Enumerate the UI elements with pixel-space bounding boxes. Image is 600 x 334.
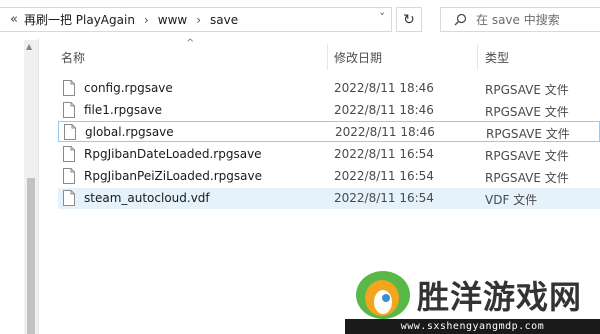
file-row-focused[interactable]: global.rpgsave 2022/8/11 18:46 RPGSAVE 文…	[58, 121, 600, 142]
file-name: RpgJibanDateLoaded.rpgsave	[84, 147, 262, 161]
nav-scrollbar-thumb[interactable]	[27, 178, 35, 334]
file-date: 2022/8/11 18:46	[334, 81, 434, 95]
file-name: steam_autocloud.vdf	[84, 191, 210, 205]
column-divider[interactable]	[477, 44, 478, 70]
search-icon	[454, 13, 467, 26]
chevron-down-icon[interactable]: ˅	[380, 11, 386, 24]
search-input[interactable]: 在 save 中搜索	[440, 7, 600, 32]
breadcrumb-item-save[interactable]: save	[210, 13, 238, 27]
scroll-up-icon[interactable]: ▲	[26, 42, 32, 51]
breadcrumb-overflow-icon[interactable]: «	[10, 12, 18, 27]
file-type: RPGSAVE 文件	[485, 171, 569, 185]
file-name: RpgJibanPeiZiLoaded.rpgsave	[84, 169, 262, 183]
breadcrumb-separator-icon[interactable]: ›	[196, 13, 201, 27]
file-name: global.rpgsave	[85, 125, 174, 139]
column-header-name-label: 名称	[61, 50, 86, 65]
file-date: 2022/8/11 16:54	[334, 169, 434, 183]
file-icon	[64, 124, 76, 140]
file-name: file1.rpgsave	[84, 103, 162, 117]
column-header-date[interactable]: 修改日期	[334, 44, 474, 70]
file-row-selected[interactable]: steam_autocloud.vdf 2022/8/11 16:54 VDF …	[58, 188, 600, 209]
address-toolbar: « 再刷一把 PlayAgain › www › save ˅ ↻ 在 save…	[0, 0, 600, 38]
watermark-title: 胜洋游戏网	[417, 278, 583, 316]
file-row[interactable]: RpgJibanPeiZiLoaded.rpgsave 2022/8/11 16…	[58, 166, 600, 187]
column-header-type-label: 类型	[485, 50, 510, 65]
column-divider[interactable]	[327, 44, 328, 70]
file-name: config.rpgsave	[84, 81, 173, 95]
file-type: RPGSAVE 文件	[486, 127, 570, 141]
refresh-icon: ↻	[403, 11, 415, 28]
search-placeholder: 在 save 中搜索	[476, 13, 560, 27]
file-icon	[63, 80, 75, 96]
file-type: RPGSAVE 文件	[485, 149, 569, 163]
refresh-button[interactable]: ↻	[396, 7, 422, 32]
column-header-date-label: 修改日期	[334, 50, 383, 65]
file-icon	[63, 168, 75, 184]
breadcrumb-separator-icon[interactable]: ›	[144, 13, 149, 27]
breadcrumb-item-www[interactable]: www	[158, 13, 187, 27]
file-date: 2022/8/11 16:54	[334, 191, 434, 205]
column-header-type[interactable]: 类型	[485, 44, 600, 70]
watermark-logo-icon	[356, 271, 410, 319]
watermark-url: www.sxshengyangmdp.com	[345, 319, 600, 334]
file-row[interactable]: config.rpgsave 2022/8/11 18:46 RPGSAVE 文…	[58, 78, 600, 99]
breadcrumb-item-playagain[interactable]: 再刷一把 PlayAgain	[24, 11, 135, 28]
watermark: 胜洋游戏网 www.sxshengyangmdp.com	[345, 268, 600, 334]
file-icon	[63, 102, 75, 118]
file-date: 2022/8/11 18:46	[334, 103, 434, 117]
file-date: 2022/8/11 18:46	[335, 125, 435, 139]
file-icon	[63, 190, 75, 206]
file-row[interactable]: file1.rpgsave 2022/8/11 18:46 RPGSAVE 文件	[58, 100, 600, 121]
column-header-name[interactable]: 名称	[61, 44, 327, 70]
address-bar[interactable]: « 再刷一把 PlayAgain › www › save ˅	[0, 7, 392, 32]
file-date: 2022/8/11 16:54	[334, 147, 434, 161]
file-icon	[63, 146, 75, 162]
file-row[interactable]: RpgJibanDateLoaded.rpgsave 2022/8/11 16:…	[58, 144, 600, 165]
file-type: RPGSAVE 文件	[485, 105, 569, 119]
file-type: RPGSAVE 文件	[485, 83, 569, 97]
file-type: VDF 文件	[485, 193, 538, 207]
